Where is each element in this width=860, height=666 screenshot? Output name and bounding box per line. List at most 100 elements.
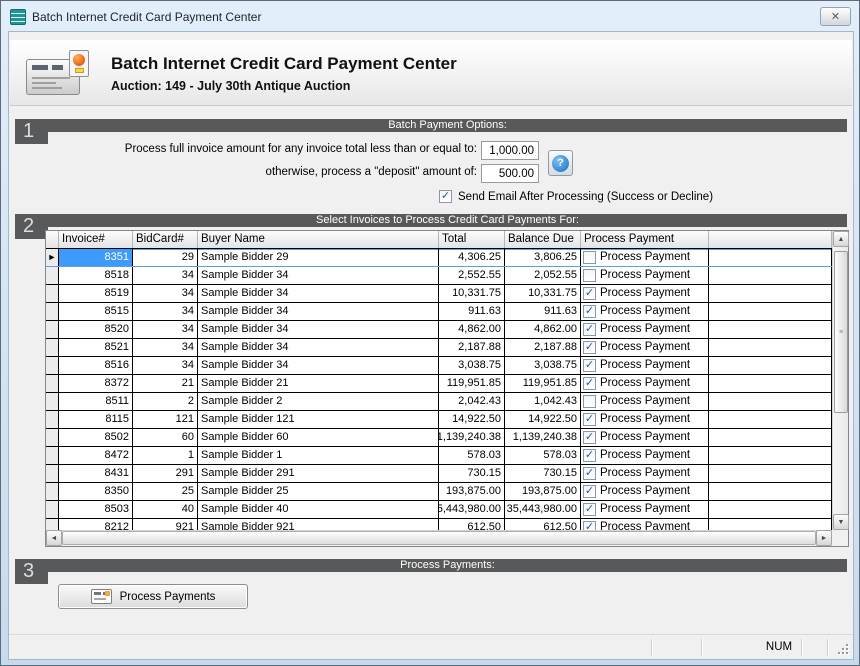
col-header-balance-due[interactable]: Balance Due [505, 231, 581, 248]
cell-total[interactable]: 4,862.00 [439, 321, 505, 338]
email-checkbox[interactable]: ✓ [439, 190, 452, 203]
full-amount-input[interactable] [481, 141, 539, 160]
cell-invoice[interactable]: 8516 [59, 357, 133, 374]
cell-total[interactable]: 578.03 [439, 447, 505, 464]
cell-balance-due[interactable]: 578.03 [505, 447, 581, 464]
cell-total[interactable]: 911.63 [439, 303, 505, 320]
table-row[interactable]: 851534Sample Bidder 34911.63911.63✓Proce… [46, 303, 832, 321]
table-row[interactable]: 852034Sample Bidder 344,862.004,862.00✓P… [46, 321, 832, 339]
cell-invoice[interactable]: 8115 [59, 411, 133, 428]
cell-bidcard[interactable]: 34 [133, 267, 198, 284]
cell-bidcard[interactable]: 25 [133, 483, 198, 500]
cell-total[interactable]: 35,443,980.00 [439, 501, 505, 518]
cell-process-payment[interactable]: ✓Process Payment [581, 411, 709, 428]
scroll-down-icon[interactable]: ▼ [833, 514, 849, 530]
cell-invoice[interactable]: 8431 [59, 465, 133, 482]
cell-balance-due[interactable]: 14,922.50 [505, 411, 581, 428]
titlebar[interactable]: Batch Internet Credit Card Payment Cente… [1, 1, 859, 32]
cell-bidcard[interactable]: 40 [133, 501, 198, 518]
cell-buyer-name[interactable]: Sample Bidder 1 [198, 447, 439, 464]
vertical-scrollbar[interactable]: ▲ ≡ ▼ [832, 231, 848, 530]
table-row[interactable]: 85112Sample Bidder 22,042.431,042.43Proc… [46, 393, 832, 411]
table-row[interactable]: 837221Sample Bidder 21119,951.85119,951.… [46, 375, 832, 393]
cell-balance-due[interactable]: 10,331.75 [505, 285, 581, 302]
process-payment-checkbox[interactable]: ✓ [583, 431, 596, 444]
cell-balance-due[interactable]: 2,187.88 [505, 339, 581, 356]
cell-total[interactable]: 612.50 [439, 519, 505, 530]
col-header-buyer-name[interactable]: Buyer Name [198, 231, 439, 248]
cell-total[interactable]: 3,038.75 [439, 357, 505, 374]
cell-buyer-name[interactable]: Sample Bidder 34 [198, 285, 439, 302]
scroll-left-icon[interactable]: ◄ [46, 530, 62, 546]
cell-process-payment[interactable]: ✓Process Payment [581, 357, 709, 374]
cell-process-payment[interactable]: ✓Process Payment [581, 447, 709, 464]
process-payment-checkbox[interactable]: ✓ [583, 359, 596, 372]
cell-invoice[interactable]: 8520 [59, 321, 133, 338]
table-row[interactable]: 852134Sample Bidder 342,187.882,187.88✓P… [46, 339, 832, 357]
process-payment-checkbox[interactable]: ✓ [583, 467, 596, 480]
cell-bidcard[interactable]: 1 [133, 447, 198, 464]
horizontal-scrollbar-thumb[interactable] [62, 531, 816, 545]
cell-invoice[interactable]: 8518 [59, 267, 133, 284]
horizontal-scrollbar[interactable]: ◄ ► [46, 530, 832, 546]
vertical-scrollbar-thumb[interactable]: ≡ [834, 251, 848, 413]
process-payment-checkbox[interactable]: ✓ [583, 323, 596, 336]
cell-invoice[interactable]: 8503 [59, 501, 133, 518]
cell-invoice[interactable]: 8350 [59, 483, 133, 500]
cell-bidcard[interactable]: 121 [133, 411, 198, 428]
cell-total[interactable]: 730.15 [439, 465, 505, 482]
cell-balance-due[interactable]: 4,862.00 [505, 321, 581, 338]
cell-balance-due[interactable]: 3,038.75 [505, 357, 581, 374]
table-row[interactable]: 850340Sample Bidder 4035,443,980.0035,44… [46, 501, 832, 519]
cell-balance-due[interactable]: 1,042.43 [505, 393, 581, 410]
process-payment-checkbox[interactable]: ✓ [583, 413, 596, 426]
cell-process-payment[interactable]: ✓Process Payment [581, 303, 709, 320]
cell-buyer-name[interactable]: Sample Bidder 121 [198, 411, 439, 428]
cell-process-payment[interactable]: ✓Process Payment [581, 321, 709, 338]
table-row[interactable]: 8431291Sample Bidder 291730.15730.15✓Pro… [46, 465, 832, 483]
cell-bidcard[interactable]: 29 [133, 249, 198, 266]
cell-invoice[interactable]: 8502 [59, 429, 133, 446]
cell-invoice[interactable]: 8511 [59, 393, 133, 410]
cell-process-payment[interactable]: ✓Process Payment [581, 465, 709, 482]
cell-total[interactable]: 2,552.55 [439, 267, 505, 284]
cell-buyer-name[interactable]: Sample Bidder 25 [198, 483, 439, 500]
cell-buyer-name[interactable]: Sample Bidder 34 [198, 303, 439, 320]
scroll-right-icon[interactable]: ► [816, 530, 832, 546]
cell-balance-due[interactable]: 2,052.55 [505, 267, 581, 284]
cell-process-payment[interactable]: ✓Process Payment [581, 375, 709, 392]
cell-invoice[interactable]: 8519 [59, 285, 133, 302]
cell-process-payment[interactable]: Process Payment [581, 249, 709, 266]
process-payment-checkbox[interactable] [583, 395, 596, 408]
process-payment-checkbox[interactable]: ✓ [583, 341, 596, 354]
cell-invoice[interactable]: 8351 [59, 249, 133, 266]
cell-invoice[interactable]: 8372 [59, 375, 133, 392]
cell-buyer-name[interactable]: Sample Bidder 34 [198, 267, 439, 284]
process-payment-checkbox[interactable]: ✓ [583, 449, 596, 462]
process-payment-checkbox[interactable]: ✓ [583, 503, 596, 516]
cell-balance-due[interactable]: 3,806.25 [505, 249, 581, 266]
cell-buyer-name[interactable]: Sample Bidder 34 [198, 321, 439, 338]
cell-process-payment[interactable]: ✓Process Payment [581, 501, 709, 518]
process-payment-checkbox[interactable]: ✓ [583, 485, 596, 498]
cell-total[interactable]: 193,875.00 [439, 483, 505, 500]
table-row[interactable]: 851834Sample Bidder 342,552.552,052.55Pr… [46, 267, 832, 285]
col-header-bidcard[interactable]: BidCard# [133, 231, 198, 248]
process-payments-button[interactable]: Process Payments [58, 584, 248, 609]
col-header-process-payment[interactable]: Process Payment [581, 231, 709, 248]
cell-buyer-name[interactable]: Sample Bidder 29 [198, 249, 439, 266]
deposit-amount-input[interactable] [481, 164, 539, 183]
process-payment-checkbox[interactable]: ✓ [583, 521, 596, 530]
cell-buyer-name[interactable]: Sample Bidder 40 [198, 501, 439, 518]
cell-balance-due[interactable]: 119,951.85 [505, 375, 581, 392]
cell-bidcard[interactable]: 921 [133, 519, 198, 530]
table-row[interactable]: 84721Sample Bidder 1578.03578.03✓Process… [46, 447, 832, 465]
table-row[interactable]: ►835129Sample Bidder 294,306.253,806.25P… [46, 249, 832, 267]
col-header-total[interactable]: Total [439, 231, 505, 248]
cell-bidcard[interactable]: 34 [133, 321, 198, 338]
cell-buyer-name[interactable]: Sample Bidder 21 [198, 375, 439, 392]
cell-invoice[interactable]: 8212 [59, 519, 133, 530]
close-button[interactable]: ✕ [820, 7, 851, 26]
cell-balance-due[interactable]: 193,875.00 [505, 483, 581, 500]
process-payment-checkbox[interactable]: ✓ [583, 305, 596, 318]
